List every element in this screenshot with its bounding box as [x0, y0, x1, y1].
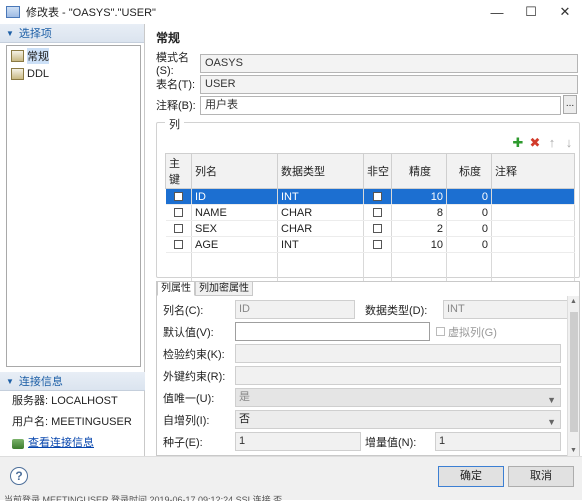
notnull-checkbox[interactable] — [373, 224, 382, 234]
fk-constraint-label: 外键约束(R): — [163, 370, 226, 383]
scroll-down-icon[interactable]: ▼ — [570, 447, 577, 454]
col-header-comment[interactable]: 注释 — [491, 153, 575, 189]
columns-group-label: 列 — [165, 116, 184, 132]
tab-bar: 列属性 列加密属性 — [157, 282, 579, 296]
notnull-checkbox[interactable] — [373, 208, 382, 218]
schema-field[interactable]: OASYS — [200, 53, 578, 73]
identity-label: 自增列(I): — [163, 414, 210, 427]
pk-checkbox[interactable] — [173, 240, 183, 250]
virtual-column-label: 虚拟列(G) — [448, 326, 497, 339]
col-header-type[interactable]: 数据类型 — [277, 153, 364, 189]
columns-group: 列 ✚ ✖ ↑ ↓ 主键 列名 数据类型 非空 精度 标度 注释 ID INT … — [156, 116, 580, 293]
left-pane: ▼ 选择项 常规 DDL ▼ 连接信息 服务器: LOCALHOST 用户名: … — [0, 24, 145, 456]
colname-label: 列名(C): — [163, 304, 204, 317]
collapse-icon: ▼ — [6, 376, 14, 386]
unique-select[interactable]: 是 ▼ — [235, 388, 561, 407]
cancel-button[interactable]: 取消 — [508, 466, 574, 487]
increment-label: 增量值(N): — [365, 436, 417, 449]
options-header[interactable]: ▼ 选择项 — [0, 24, 144, 43]
default-label: 默认值(V): — [163, 326, 214, 339]
col-header-scale[interactable]: 标度 — [446, 153, 492, 189]
comment-ellipsis-button[interactable]: ... — [563, 95, 577, 114]
datatype-label: 数据类型(D): — [365, 304, 428, 317]
server-info: 服务器: LOCALHOST — [12, 395, 118, 407]
ok-button[interactable]: 确定 — [438, 466, 504, 487]
table-row[interactable]: AGE INT 10 0 — [165, 236, 575, 253]
collapse-icon: ▼ — [6, 28, 14, 38]
table-row[interactable]: NAME CHAR 8 0 — [165, 204, 575, 221]
pk-checkbox[interactable] — [173, 208, 183, 218]
tree-item-ddl[interactable]: DDL — [7, 66, 140, 82]
window-title: 修改表 - "OASYS"."USER" — [26, 7, 156, 19]
dialog-footer: ? 确定 取消 当前登录 MEETINGUSER 登录时间 2019-06-17… — [0, 456, 582, 501]
table-row[interactable]: SEX CHAR 2 0 — [165, 220, 575, 237]
col-header-notnull[interactable]: 非空 — [363, 153, 392, 189]
col-header-pk[interactable]: 主键 — [165, 153, 192, 189]
comment-label: 注释(B): — [156, 100, 196, 112]
table-name-label: 表名(T): — [156, 79, 196, 91]
minimize-button[interactable]: — — [480, 0, 514, 24]
seed-label: 种子(E): — [163, 436, 203, 449]
chevron-down-icon: ▼ — [547, 417, 556, 427]
identity-select[interactable]: 否 ▼ — [235, 410, 561, 429]
scrollbar-thumb[interactable] — [570, 312, 578, 432]
table-row[interactable]: ID INT 10 0 — [165, 188, 575, 205]
page-title: 常规 — [156, 31, 181, 45]
fk-constraint-field[interactable] — [235, 366, 561, 385]
comment-field[interactable]: 用户表 — [200, 95, 561, 115]
connection-icon — [12, 438, 24, 449]
increment-field[interactable]: 1 — [435, 432, 561, 451]
colname-field[interactable]: ID — [235, 300, 355, 319]
delete-icon[interactable]: ✖ — [529, 136, 541, 149]
scroll-up-icon[interactable]: ▲ — [570, 298, 577, 305]
move-down-icon[interactable]: ↓ — [563, 136, 575, 149]
unique-label: 值唯一(U): — [163, 392, 215, 405]
seed-field[interactable]: 1 — [235, 432, 361, 451]
options-tree: 常规 DDL — [6, 45, 141, 367]
virtual-column-checkbox[interactable] — [436, 327, 445, 336]
tab-column-encryption[interactable]: 列加密属性 — [195, 282, 253, 296]
table-icon — [6, 6, 20, 18]
check-constraint-field[interactable] — [235, 344, 561, 363]
move-up-icon[interactable]: ↑ — [546, 136, 558, 149]
columns-toolbar: ✚ ✖ ↑ ↓ — [512, 136, 575, 149]
title-bar: 修改表 - "OASYS"."USER" — ☐ ✕ — [0, 0, 582, 24]
tab-column-properties[interactable]: 列属性 — [157, 282, 195, 296]
column-properties-panel: 列属性 列加密属性 列名(C): ID 数据类型(D): INT 默认值(V):… — [156, 281, 580, 456]
schema-label: 模式名(S): — [156, 52, 189, 77]
col-header-precision[interactable]: 精度 — [391, 153, 447, 189]
help-icon[interactable]: ? — [10, 467, 28, 485]
conn-header[interactable]: ▼ 连接信息 — [0, 372, 145, 391]
default-value-input[interactable] — [235, 322, 430, 341]
columns-table: 主键 列名 数据类型 非空 精度 标度 注释 ID INT 10 0 NAME … — [165, 153, 575, 293]
connection-info: ▼ 连接信息 服务器: LOCALHOST 用户名: MEETINGUSER 查… — [0, 372, 145, 454]
chevron-down-icon: ▼ — [547, 395, 556, 405]
check-constraint-label: 检验约束(K): — [163, 348, 225, 361]
add-icon[interactable]: ✚ — [512, 136, 524, 149]
pk-checkbox[interactable] — [173, 192, 183, 202]
notnull-checkbox[interactable] — [373, 192, 382, 202]
view-connection-link[interactable]: 查看连接信息 — [0, 433, 145, 454]
col-header-name[interactable]: 列名 — [191, 153, 278, 189]
close-button[interactable]: ✕ — [548, 0, 582, 24]
tree-item-general[interactable]: 常规 — [7, 48, 140, 64]
page-icon — [11, 50, 24, 62]
page-icon — [11, 68, 24, 80]
table-name-field[interactable]: USER — [200, 74, 578, 94]
datatype-field[interactable]: INT — [443, 300, 569, 319]
properties-scrollbar[interactable]: ▲ ▼ — [567, 296, 579, 456]
user-info: 用户名: MEETINGUSER — [12, 416, 132, 428]
pk-checkbox[interactable] — [173, 224, 183, 234]
notnull-checkbox[interactable] — [373, 240, 382, 250]
maximize-button[interactable]: ☐ — [514, 0, 548, 24]
right-pane: 常规 模式名(S): OASYS 表名(T): USER 注释(B): 用户表 … — [152, 24, 582, 456]
